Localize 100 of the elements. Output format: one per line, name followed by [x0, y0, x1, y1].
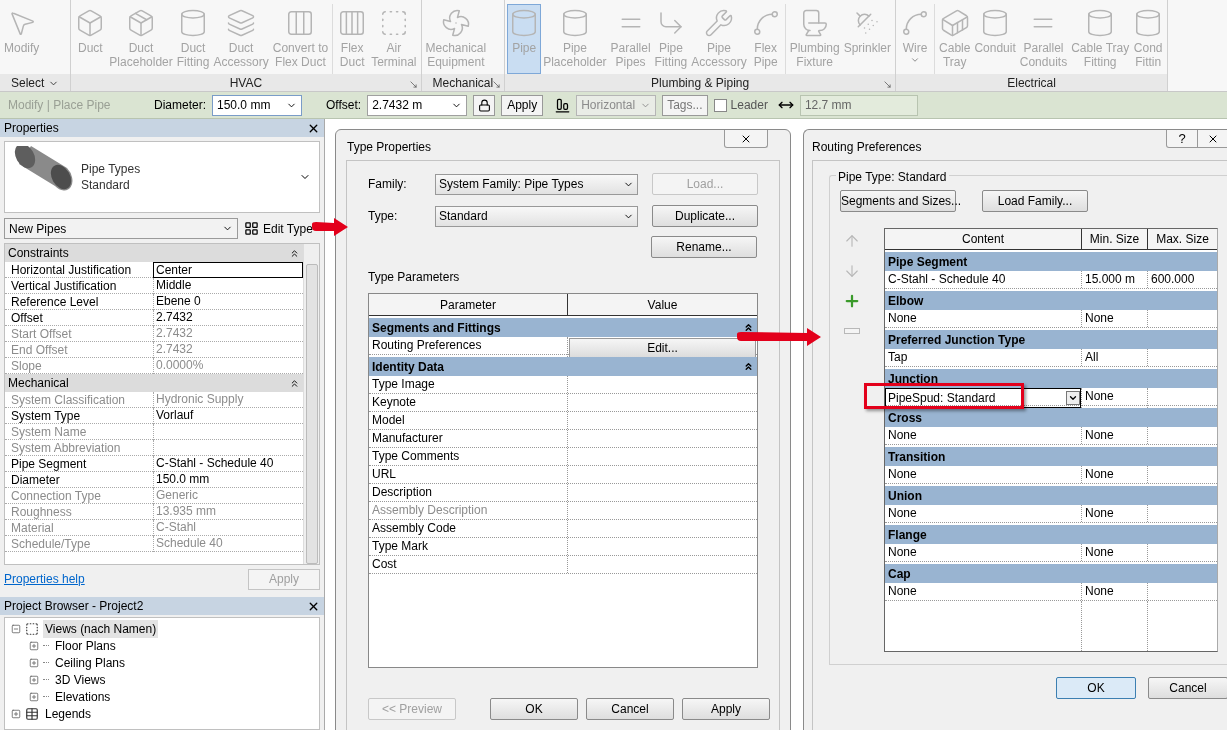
- panel-title: Electrical: [1007, 75, 1056, 91]
- group-title: Pipe Segment: [888, 253, 968, 271]
- dialog-button[interactable]: OK: [1056, 677, 1136, 699]
- parameter-label: Keynote: [371, 394, 418, 411]
- leader-checkbox[interactable]: [713, 98, 727, 112]
- tree-item[interactable]: 3D Views: [53, 670, 108, 689]
- group-header[interactable]: Mechanical: [5, 374, 303, 392]
- property-value[interactable]: Center: [153, 262, 303, 278]
- group-header[interactable]: Identity Data: [369, 357, 757, 376]
- column-header: Content: [885, 229, 1081, 249]
- apply-button[interactable]: Apply: [501, 94, 544, 116]
- offset-dropdown[interactable]: 2.7432 m: [367, 94, 468, 116]
- tree-item[interactable]: Elevations: [53, 687, 113, 706]
- table-cell-text: None: [887, 310, 918, 327]
- tool-label: Convert to: [272, 41, 329, 55]
- caret-icon: [1068, 393, 1078, 403]
- field-label: Offset:: [326, 97, 362, 114]
- grid-icon: [244, 221, 259, 236]
- parameter-label: Assembly Code: [371, 520, 458, 537]
- dialog-title: Type Properties: [347, 139, 432, 156]
- field-label: Family:: [368, 176, 408, 193]
- tool-label: Pipes: [615, 55, 646, 69]
- table-cell-text: None: [887, 544, 918, 561]
- group-title: Segments and Fittings: [372, 319, 501, 337]
- tree-item[interactable]: Legends: [43, 704, 94, 723]
- dialog-button[interactable]: OK: [490, 698, 578, 720]
- help-button[interactable]: ?: [1166, 130, 1198, 148]
- rename-button[interactable]: Rename...: [651, 236, 757, 258]
- tool-label: Parallel: [610, 41, 651, 55]
- tree-item[interactable]: Ceiling Plans: [53, 653, 128, 672]
- tool-label: Parallel: [1023, 41, 1064, 55]
- table-cell-text: None: [887, 505, 918, 522]
- group-header[interactable]: Segments and Fittings: [369, 318, 757, 337]
- panel-title[interactable]: Select: [11, 74, 45, 91]
- table-cell-text: None: [887, 466, 918, 483]
- launcher-icon[interactable]: [492, 80, 502, 89]
- edit-button[interactable]: Edit...: [569, 338, 756, 358]
- justification-icon: [555, 97, 571, 113]
- lock-button[interactable]: [473, 94, 496, 116]
- group-title: Transition: [888, 448, 946, 466]
- tree-item[interactable]: Floor Plans: [53, 636, 118, 655]
- caret-icon: [910, 55, 921, 65]
- add-icon[interactable]: [843, 292, 861, 310]
- collapse-icon: [743, 322, 754, 333]
- length-field[interactable]: 12.7 mm: [799, 94, 918, 116]
- instance-dropdown[interactable]: New Pipes: [4, 218, 238, 239]
- tool-label: Plumbing: [789, 41, 840, 55]
- tree-item[interactable]: Views (nach Namen): [43, 619, 159, 638]
- property-label: Connection Type: [10, 488, 102, 504]
- dialog-button[interactable]: Cancel: [586, 698, 674, 720]
- field-label: Type:: [368, 208, 399, 225]
- tool-label: Pipe: [658, 41, 683, 55]
- group-title: Cap: [888, 565, 911, 583]
- tool-label: Fittin: [1135, 55, 1162, 69]
- context-label: Modify | Place Pipe: [8, 97, 112, 114]
- tool-label: Air: [386, 41, 402, 55]
- table-cell: None: [1081, 583, 1147, 600]
- load-family-button[interactable]: Load Family...: [982, 190, 1088, 212]
- expand-icon[interactable]: [29, 640, 39, 651]
- lock-icon: [477, 98, 491, 112]
- expand-icon[interactable]: [29, 657, 39, 668]
- group-title: Constraints: [8, 245, 69, 262]
- property-label: System Type: [10, 408, 82, 424]
- dialog-button: << Preview: [368, 698, 456, 720]
- dialog-button[interactable]: Apply: [682, 698, 770, 720]
- collapse-icon: [289, 247, 300, 259]
- tool-label: Cable Tray: [1071, 41, 1130, 55]
- field-label: Diameter:: [154, 97, 206, 114]
- close-button[interactable]: [1198, 130, 1227, 148]
- tool-label: Flex Duct: [275, 55, 326, 69]
- column-header: Max. Size: [1147, 229, 1217, 249]
- property-label: Start Offset: [10, 326, 73, 342]
- expand-icon[interactable]: [11, 708, 21, 719]
- type-dropdown[interactable]: Standard: [434, 205, 638, 227]
- tool-label: Wire: [902, 41, 928, 55]
- tags-button[interactable]: Tags...: [662, 94, 708, 116]
- launcher-icon[interactable]: [408, 80, 418, 89]
- tool-label: Duct: [180, 41, 206, 55]
- parameter-label: Type Comments: [371, 448, 461, 465]
- launcher-icon[interactable]: [883, 80, 893, 89]
- property-label: Material: [10, 520, 55, 536]
- tool-label: Duct: [78, 41, 103, 55]
- group-title: Mechanical: [8, 375, 69, 392]
- diameter-dropdown[interactable]: 150.0 mm: [212, 94, 302, 116]
- duplicate-button[interactable]: Duplicate...: [652, 205, 758, 227]
- dialog-button[interactable]: Cancel: [1148, 677, 1227, 699]
- help-link[interactable]: Properties help: [4, 570, 85, 588]
- expand-icon[interactable]: [29, 691, 39, 702]
- table-cell: None: [1081, 310, 1147, 327]
- section-label: Type Parameters: [368, 269, 461, 286]
- edit-type-button[interactable]: Edit Type: [244, 219, 313, 238]
- property-label: Horizontal Justification: [10, 262, 133, 278]
- scrollbar[interactable]: [303, 244, 319, 564]
- group-header[interactable]: Constraints: [5, 244, 303, 262]
- family-dropdown[interactable]: System Family: Pipe Types: [434, 173, 638, 195]
- table-cell: None: [1081, 427, 1147, 444]
- group-title: Elbow: [888, 292, 924, 310]
- expand-icon[interactable]: [29, 674, 39, 685]
- collapse-icon[interactable]: [11, 623, 21, 634]
- type-selector[interactable]: Pipe Types Standard: [4, 141, 320, 213]
